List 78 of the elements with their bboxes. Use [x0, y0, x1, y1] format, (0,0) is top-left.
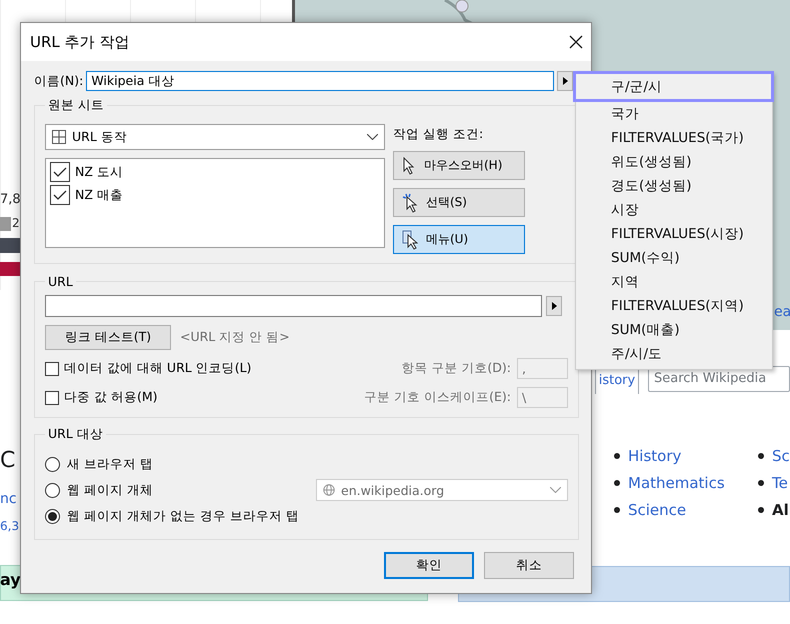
- menu-item[interactable]: 위도(생성됨): [576, 150, 772, 174]
- play-icon: [552, 302, 556, 310]
- checkbox-label: 다중 값 허용(M): [64, 389, 158, 406]
- bullet-icon: [614, 480, 620, 486]
- dropdown-value: en.wikipedia.org: [341, 482, 446, 498]
- axis-label: 7,8: [0, 192, 21, 207]
- link[interactable]: Science: [628, 501, 686, 519]
- close-icon[interactable]: [569, 35, 583, 49]
- link[interactable]: nc: [0, 491, 17, 507]
- click-cursor-icon: [402, 192, 418, 212]
- trigger-button[interactable]: 선택(S): [393, 188, 525, 217]
- group-label: 원본 시트: [47, 97, 105, 114]
- menu-cursor-icon: [402, 230, 418, 250]
- link[interactable]: 6,3: [0, 519, 20, 533]
- globe-icon: [323, 484, 335, 496]
- bullet-icon: [758, 480, 764, 486]
- menu-item[interactable]: FILTERVALUES(시장): [576, 222, 772, 246]
- trigger-button[interactable]: 메뉴(U): [393, 225, 525, 254]
- menu-item[interactable]: FILTERVALUES(지역): [576, 294, 772, 318]
- checkbox[interactable]: [50, 162, 70, 182]
- radio-label: 웹 페이지 개체: [67, 482, 153, 498]
- grid-icon: [52, 130, 66, 144]
- bullet-icon: [758, 507, 764, 513]
- banner-title: ay: [0, 570, 21, 589]
- play-icon: [562, 77, 568, 85]
- menu-item[interactable]: 시장: [576, 198, 772, 222]
- field-label: 구분 기호 이스케이프(E):: [364, 389, 511, 406]
- window-title: URL 추가 작업: [30, 32, 130, 52]
- radio-button[interactable]: [45, 482, 60, 498]
- menu-item[interactable]: SUM(수익): [576, 246, 772, 270]
- group-label: URL: [47, 274, 74, 289]
- trigger-button[interactable]: 마우스오버(H): [393, 151, 525, 180]
- bullet-icon: [758, 453, 764, 459]
- sheet-name: NZ 도시: [75, 164, 123, 180]
- chevron-down-icon: [367, 134, 378, 140]
- checkmark-icon: [53, 190, 67, 200]
- link[interactable]: Mathematics: [628, 474, 725, 492]
- menu-item[interactable]: 지역: [576, 270, 772, 294]
- cursor-icon: [402, 156, 416, 174]
- menu-item[interactable]: 주/시/도: [576, 342, 772, 366]
- heading-text: C: [0, 448, 16, 473]
- bullet-icon: [614, 507, 620, 513]
- menu-item[interactable]: 구/군/시: [573, 71, 774, 102]
- field-label: 항목 구분 기호(D):: [401, 360, 511, 377]
- menu-item[interactable]: SUM(매출): [576, 318, 772, 342]
- link[interactable]: ea: [774, 304, 790, 320]
- radio-button[interactable]: [45, 508, 60, 524]
- link[interactable]: Al: [772, 501, 789, 519]
- legend-swatch: [0, 217, 11, 231]
- checkmark-icon: [53, 167, 67, 177]
- bullet-icon: [614, 453, 620, 459]
- test-link-button[interactable]: 링크 테스트(T): [45, 325, 171, 350]
- cancel-button[interactable]: 취소: [484, 552, 574, 579]
- menu-item[interactable]: 국가: [576, 102, 772, 126]
- insert-field-button[interactable]: [557, 71, 574, 91]
- menu-item[interactable]: 경도(생성됨): [576, 174, 772, 198]
- field-label: 이름(N):: [34, 72, 84, 90]
- link[interactable]: Sc: [772, 447, 790, 465]
- ok-button[interactable]: 확인: [384, 552, 474, 579]
- dropdown-value: URL 동작: [72, 128, 128, 146]
- chevron-down-icon: [550, 487, 561, 493]
- radio-label: 웹 페이지 개체가 없는 경우 브라우저 탭: [67, 508, 299, 524]
- link[interactable]: History: [628, 447, 682, 465]
- name-field[interactable]: Wikipeia 대상: [86, 71, 554, 91]
- link[interactable]: Te: [772, 474, 788, 492]
- radio-button[interactable]: [45, 456, 60, 472]
- checkbox-label: 데이터 값에 대해 URL 인코딩(L): [64, 360, 252, 377]
- checkbox[interactable]: [50, 185, 70, 205]
- sheet-name: NZ 매출: [75, 186, 123, 204]
- group-label: URL 대상: [47, 426, 104, 443]
- sheet-dropdown[interactable]: URL 동작: [45, 124, 385, 150]
- field-label: 작업 실행 조건:: [393, 126, 484, 143]
- legend-label: 2: [12, 216, 20, 230]
- menu-item[interactable]: FILTERVALUES(국가): [576, 126, 772, 150]
- url-field[interactable]: [45, 295, 542, 317]
- radio-label: 새 브라우저 탭: [67, 456, 153, 472]
- url-status: <URL 지정 안 됨>: [180, 329, 290, 346]
- insert-field-button[interactable]: [546, 296, 562, 316]
